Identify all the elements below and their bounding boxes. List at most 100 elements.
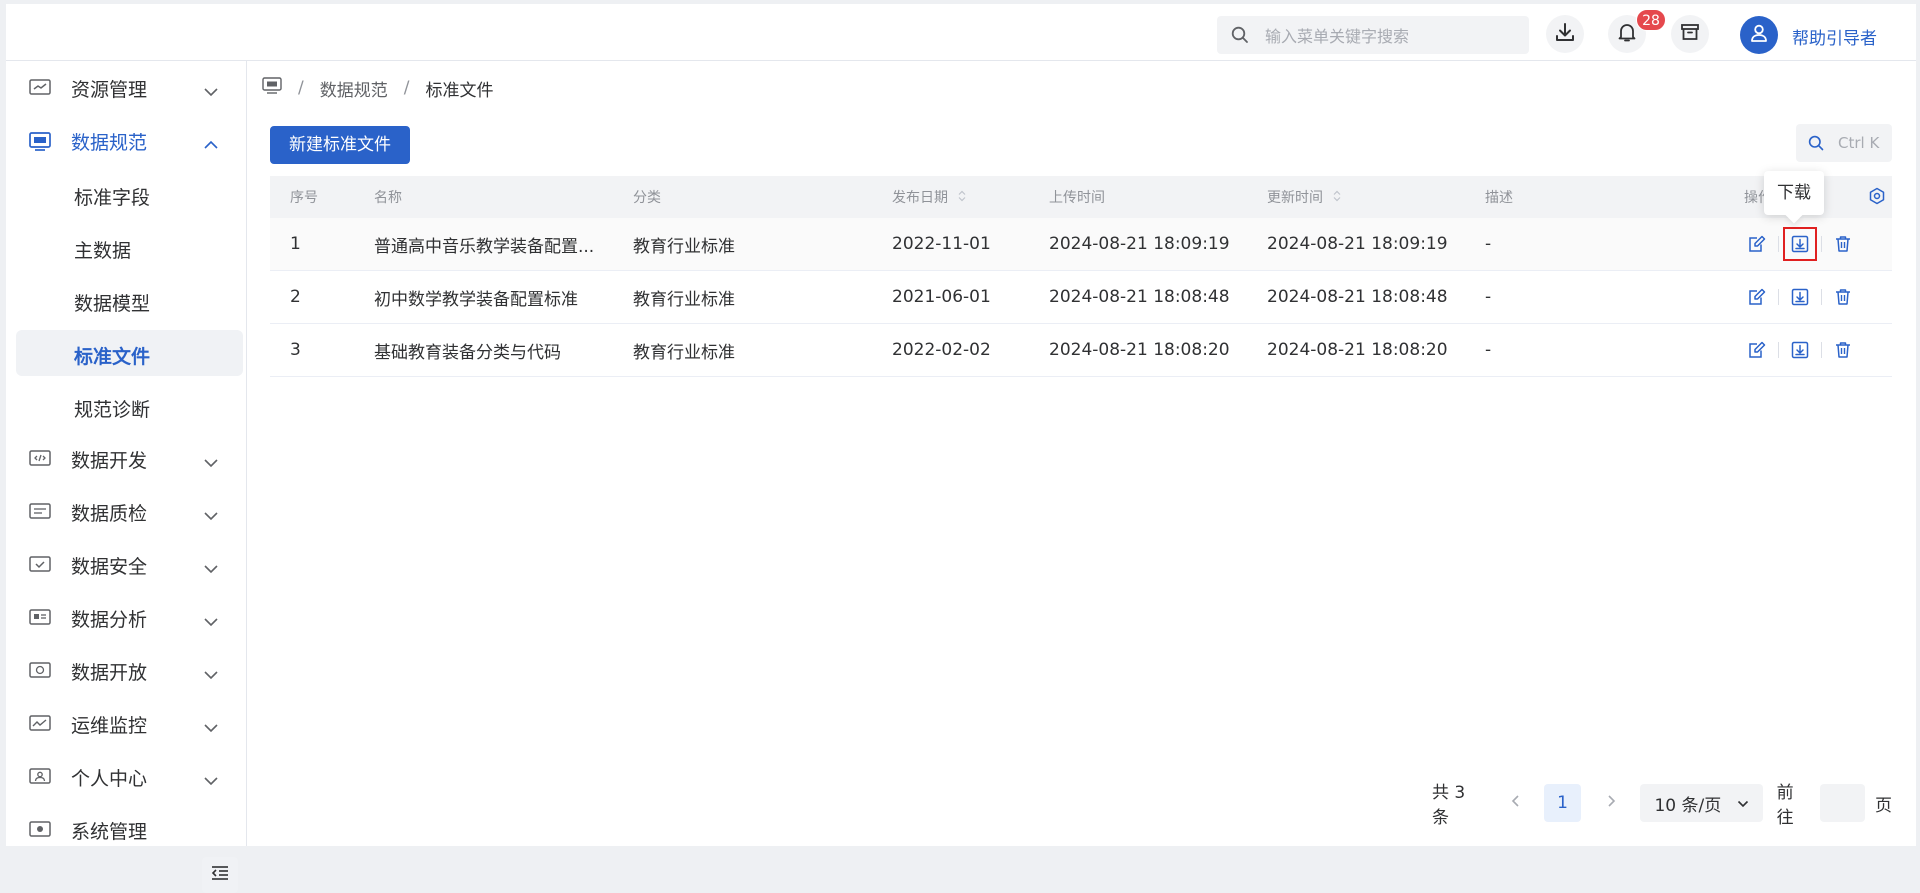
archive-button[interactable] [1671,15,1709,53]
cell-category: 教育行业标准 [613,218,872,271]
cell-description: - [1465,323,1724,377]
breadcrumb: / 数据规范 / 标准文件 [262,74,493,102]
sidebar-item-resource[interactable]: 资源管理 [6,64,246,112]
delete-icon[interactable] [1830,337,1856,363]
download-icon[interactable] [1787,284,1813,310]
system-icon [29,820,51,844]
breadcrumb-separator: / [298,78,304,98]
top-bar: 28 帮助引导者 [6,4,1916,61]
column-header-publish-date[interactable]: 发布日期 [872,176,1029,218]
edit-icon[interactable] [1744,337,1770,363]
sort-icon[interactable] [958,190,966,206]
sidebar-subitem-spec-diagnosis[interactable]: 规范诊断 [16,383,243,429]
sidebar-item-data-security[interactable]: 数据安全 [6,541,246,589]
column-header-no: 序号 [270,176,354,218]
goto-page-input[interactable] [1819,784,1865,822]
column-header-name: 名称 [354,176,613,218]
chevron-down-icon [203,718,219,737]
search-icon [1808,135,1824,155]
table-row: 1 普通高中音乐教学装备配置... 教育行业标准 2022-11-01 2024… [270,218,1892,271]
cell-upload-time: 2024-08-21 18:09:19 [1029,218,1247,271]
new-standard-file-button[interactable]: 新建标准文件 [270,126,410,164]
delete-icon[interactable] [1830,231,1856,257]
sidebar-item-system[interactable]: 系统管理 [6,806,246,854]
table-row: 2 初中数学教学装备配置标准 教育行业标准 2021-06-01 2024-08… [270,270,1892,324]
column-header-description: 描述 [1465,176,1724,218]
cell-name[interactable]: 普通高中音乐教学装备配置... [354,218,613,271]
goto-label: 前往 [1776,783,1794,828]
sidebar-subitem-label: 数据模型 [74,293,151,315]
sidebar-subitem-data-model[interactable]: 数据模型 [16,277,243,323]
next-page-button[interactable] [1595,784,1626,822]
cell-no: 3 [270,323,354,377]
home-icon[interactable] [262,76,282,100]
prev-page-button[interactable] [1501,784,1532,822]
sidebar-subitem-label: 主数据 [74,240,132,262]
sidebar-item-data-spec[interactable]: 数据规范 [6,117,246,165]
column-header-update-time[interactable]: 更新时间 [1247,176,1465,218]
column-settings-icon[interactable] [1868,187,1886,209]
sidebar-item-label: 运维监控 [71,714,148,737]
sidebar-item-data-analysis[interactable]: 数据分析 [6,594,246,642]
search-icon [1231,26,1249,48]
cell-description: - [1465,218,1724,271]
sidebar-item-data-dev[interactable]: 数据开发 [6,435,246,483]
user-center-icon [29,767,51,791]
collapse-menu-icon [211,865,229,885]
edit-icon[interactable] [1744,231,1770,257]
sidebar-subitem-standard-fields[interactable]: 标准字段 [16,171,243,217]
avatar[interactable] [1740,16,1778,54]
download-center-button[interactable] [1546,15,1584,53]
page-size-select[interactable]: 10 条/页 [1640,784,1763,822]
sidebar-item-data-open[interactable]: 数据开放 [6,647,246,695]
breadcrumb-item[interactable]: 数据规范 [320,76,388,101]
sidebar-subitem-standard-files[interactable]: 标准文件 [16,330,243,376]
security-icon [29,555,51,579]
edit-icon[interactable] [1744,284,1770,310]
sidebar-item-ops-monitor[interactable]: 运维监控 [6,700,246,748]
pagination-total: 共 3 条 [1432,783,1466,828]
standard-files-table: 序号 名称 分类 发布日期 上传时间 更新时间 描述 操作 1 普通高中音乐教学… [270,176,1892,377]
collapse-sidebar-button[interactable] [202,857,238,893]
analysis-icon [29,608,51,632]
chevron-down-icon [1737,793,1749,813]
code-icon [29,449,51,473]
breadcrumb-separator: / [403,78,410,98]
chevron-down-icon [203,665,219,684]
column-header-label: 更新时间 [1267,190,1323,206]
action-divider [1821,342,1822,358]
table-search-button[interactable]: Ctrl K [1796,124,1892,162]
cell-upload-time: 2024-08-21 18:08:48 [1029,270,1247,324]
chevron-down-icon [203,559,219,578]
sidebar-subitem-label: 标准字段 [74,187,151,209]
chevron-up-icon [203,135,219,154]
data-spec-icon [29,131,51,155]
chevron-down-icon [203,612,219,631]
cell-category: 教育行业标准 [613,270,872,324]
archive-icon [1679,21,1701,47]
sidebar-item-data-quality[interactable]: 数据质检 [6,488,246,536]
sort-icon[interactable] [1333,190,1341,206]
chevron-left-icon [1511,793,1521,813]
cell-no: 2 [270,270,354,324]
download-icon[interactable] [1783,227,1817,261]
menu-search-box[interactable] [1217,16,1529,56]
username-label[interactable]: 帮助引导者 [1792,24,1877,49]
pagination: 共 3 条 1 10 条/页 前往 页 [1432,783,1892,828]
menu-search-input[interactable] [1263,16,1517,56]
download-icon[interactable] [1787,337,1813,363]
sidebar-item-label: 数据分析 [71,608,148,631]
page-number-current[interactable]: 1 [1543,784,1582,822]
sidebar-subitem-master-data[interactable]: 主数据 [16,224,243,270]
shortcut-hint: Ctrl K [1838,134,1880,152]
download-icon [1554,21,1576,47]
cell-description: - [1465,270,1724,324]
cell-name[interactable]: 基础教育装备分类与代码 [354,323,613,377]
cell-publish-date: 2022-11-01 [872,218,1029,271]
user-icon [1749,23,1769,47]
sidebar-item-personal-center[interactable]: 个人中心 [6,753,246,801]
column-header-upload-time: 上传时间 [1029,176,1247,218]
chevron-right-icon [1606,793,1616,813]
delete-icon[interactable] [1830,284,1856,310]
cell-name[interactable]: 初中数学教学装备配置标准 [354,270,613,324]
